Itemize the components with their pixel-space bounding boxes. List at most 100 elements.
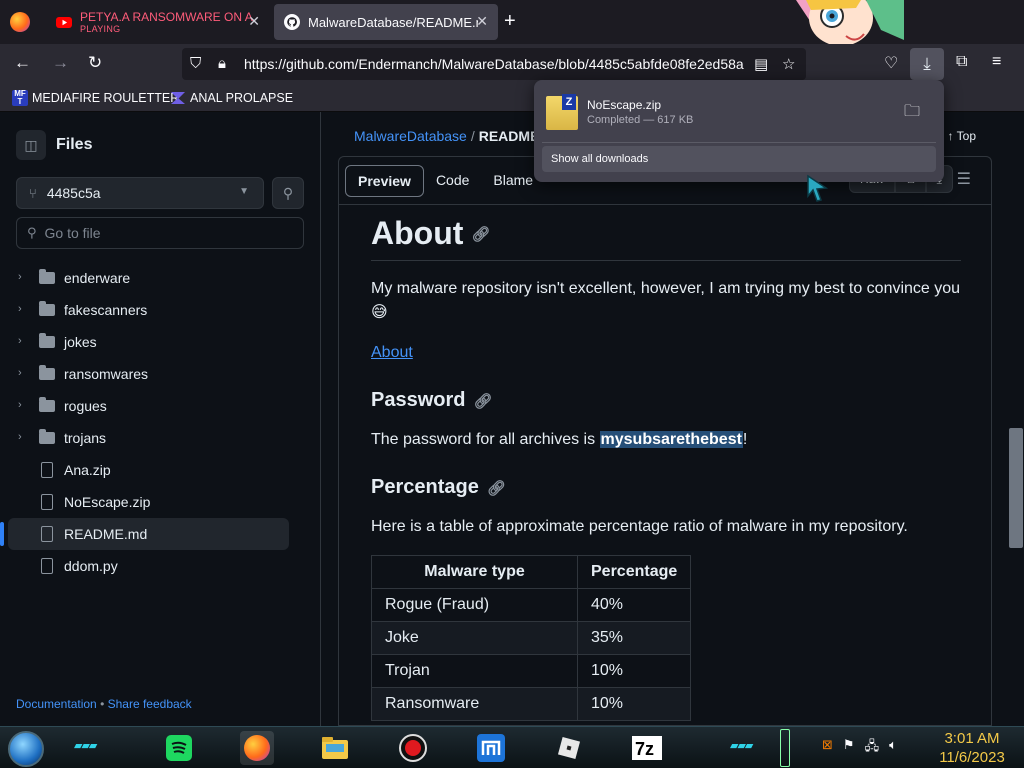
roblox-icon [557, 736, 581, 760]
table-row: Trojan 10% [371, 654, 692, 688]
collapse-sidebar-icon[interactable]: ◫ [16, 130, 46, 160]
bookmark-mediafire[interactable]: MF T MEDIAFIRE ROULETTER [12, 90, 179, 106]
clock-date: 11/6/2023 [939, 749, 1005, 766]
tab-github[interactable]: MalwareDatabase/README.md ✕ [274, 4, 498, 40]
tab-preview[interactable]: Preview [345, 165, 424, 197]
tree-file-ana-zip[interactable]: Ana.zip [0, 454, 320, 486]
chevron-right-icon[interactable]: › [18, 335, 22, 347]
share-feedback-link[interactable]: Share feedback [108, 697, 192, 711]
branch-selector[interactable]: ⑂ 4485c5a ▼ [16, 177, 264, 209]
top-link[interactable]: ↑ Top [948, 129, 976, 143]
link-anchor-icon[interactable]: 🔗︎ [473, 392, 492, 410]
taskbar-spotify[interactable] [162, 731, 196, 765]
taskbar-maxthon[interactable] [474, 731, 508, 765]
table-cell: Ransomware [371, 687, 578, 721]
link-anchor-icon[interactable]: 🔗︎ [471, 225, 490, 243]
tab-youtube[interactable]: PETYA.A RANSOMWARE ON A PLAYING ✕ [46, 4, 270, 40]
main-content: MalwareDatabase / README. ↑ Top Preview Co… [322, 112, 1024, 726]
tree-folder-enderware[interactable]: › enderware [0, 262, 320, 294]
malware-percentage-table: Malware type Percentage Rogue (Fraud) 40… [371, 555, 692, 721]
close-tab-icon[interactable]: ✕ [476, 13, 488, 30]
heading-about: About 🔗︎ [371, 215, 961, 261]
table-cell: 40% [576, 588, 692, 622]
tab-title: MalwareDatabase/README.md [308, 14, 478, 30]
taskbar-firefox[interactable] [240, 731, 274, 765]
anime-sticker-image [796, 0, 904, 46]
navigation-toolbar: ← → ↻ ⛉ 🔒︎ https://github.com/Endermanch… [0, 44, 1024, 84]
search-files-button[interactable]: ⚲ [272, 177, 304, 209]
documentation-link[interactable]: Documentation [16, 697, 97, 711]
tree-folder-rogues[interactable]: › rogues [0, 390, 320, 422]
spotify-icon [166, 735, 192, 761]
table-cell: 35% [576, 621, 692, 655]
table-row: Ransomware 10% [371, 687, 692, 721]
menu-icon[interactable]: ≡ [992, 53, 1001, 71]
new-tab-icon[interactable]: + [504, 10, 516, 33]
download-item[interactable]: NoEscape.zip Completed — 617 KB 🗀 [542, 88, 936, 138]
bookmark-favicon-icon [171, 92, 185, 104]
show-all-downloads-button[interactable]: Show all downloads [542, 146, 936, 172]
chevron-right-icon[interactable]: › [18, 431, 22, 443]
tree-file-readme-md[interactable]: README.md [0, 518, 289, 550]
clock[interactable]: 3:01 AM 11/6/2023 [930, 729, 1014, 767]
chevron-right-icon[interactable]: › [18, 399, 22, 411]
lock-icon[interactable]: 🔒︎ [218, 55, 226, 72]
tree-file-noescape-zip[interactable]: NoEscape.zip [0, 486, 320, 518]
go-to-file-input[interactable]: ⚲ Go to file [16, 217, 304, 249]
download-icon: ⤓ [923, 54, 931, 73]
reload-icon[interactable]: ↻ [88, 53, 102, 73]
chevron-right-icon[interactable]: › [18, 271, 22, 283]
tree-folder-ransomwares[interactable]: › ransomwares [0, 358, 320, 390]
file-icon [41, 462, 53, 478]
table-cell: Rogue (Fraud) [371, 588, 578, 622]
about-link[interactable]: About [371, 344, 413, 361]
volume-icon[interactable]: 🔈︎ [889, 737, 897, 759]
taskbar-7zip[interactable]: 7z [630, 731, 664, 765]
download-file-name: NoEscape.zip [587, 98, 662, 112]
extensions-icon[interactable]: ⧉ [956, 53, 967, 71]
back-icon[interactable]: ← [14, 53, 31, 73]
chevron-right-icon[interactable]: › [18, 367, 22, 379]
page-scrollbar[interactable] [1009, 428, 1023, 548]
flag-icon[interactable]: ⚑ [843, 737, 855, 759]
show-desktop-button[interactable] [780, 729, 790, 767]
files-header: ◫ Files [16, 130, 92, 160]
folder-icon [39, 301, 55, 316]
chevron-right-icon[interactable]: › [18, 303, 22, 315]
folder-icon [39, 269, 55, 284]
search-icon: ⚲ [27, 225, 37, 240]
downloads-button[interactable]: ⤓ [910, 48, 944, 80]
taskbar-file-explorer[interactable] [318, 731, 352, 765]
breadcrumb-repo-link[interactable]: MalwareDatabase [354, 128, 467, 144]
taskbar-recorder[interactable] [396, 731, 430, 765]
tree-file-ddom-py[interactable]: ddom.py [0, 550, 320, 582]
taskbar-roblox[interactable] [552, 731, 586, 765]
outline-list-icon[interactable]: ☰ [957, 169, 971, 189]
reader-view-icon[interactable]: ▤ [754, 55, 768, 73]
table-header-row: Malware type Percentage [371, 555, 692, 589]
forward-icon[interactable]: → [52, 53, 69, 73]
tracking-shield-icon[interactable]: ⛉ [190, 55, 201, 72]
tray-app-icon[interactable]: ⊠ [822, 737, 833, 759]
pocket-icon[interactable]: ♡ [884, 53, 898, 73]
taskbar: ▰▰▰ 7z ▰▰▰ ⊠ ⚑ 🖧︎ 🔈︎ 3:01 AM 11/6/2023 [0, 726, 1024, 768]
link-anchor-icon[interactable]: 🔗︎ [487, 479, 506, 497]
mouse-cursor-icon [807, 174, 829, 202]
table-row: Rogue (Fraud) 40% [371, 588, 692, 622]
start-button[interactable] [8, 731, 44, 767]
tab-code[interactable]: Code [424, 165, 481, 197]
tree-folder-fakescanners[interactable]: › fakescanners [0, 294, 320, 326]
close-tab-icon[interactable]: ✕ [248, 13, 260, 30]
zip-file-icon [546, 94, 578, 130]
tree-folder-jokes[interactable]: › jokes [0, 326, 320, 358]
url-text[interactable]: https://github.com/Endermanch/MalwareDat… [244, 56, 744, 72]
bookmark-anal-prolapse[interactable]: ANAL PROLAPSE [170, 90, 293, 106]
tree-item-label: ddom.py [64, 558, 118, 574]
branch-name: 4485c5a [46, 185, 101, 201]
network-icon[interactable]: 🖧︎ [865, 737, 880, 759]
open-folder-icon[interactable]: 🗀 [904, 100, 920, 127]
bookmark-star-icon[interactable]: ☆ [782, 55, 795, 73]
url-bar[interactable]: ⛉ 🔒︎ https://github.com/Endermanch/Malwa… [182, 48, 806, 80]
firefox-view-icon[interactable] [10, 12, 30, 32]
tree-folder-trojans[interactable]: › trojans [0, 422, 320, 454]
